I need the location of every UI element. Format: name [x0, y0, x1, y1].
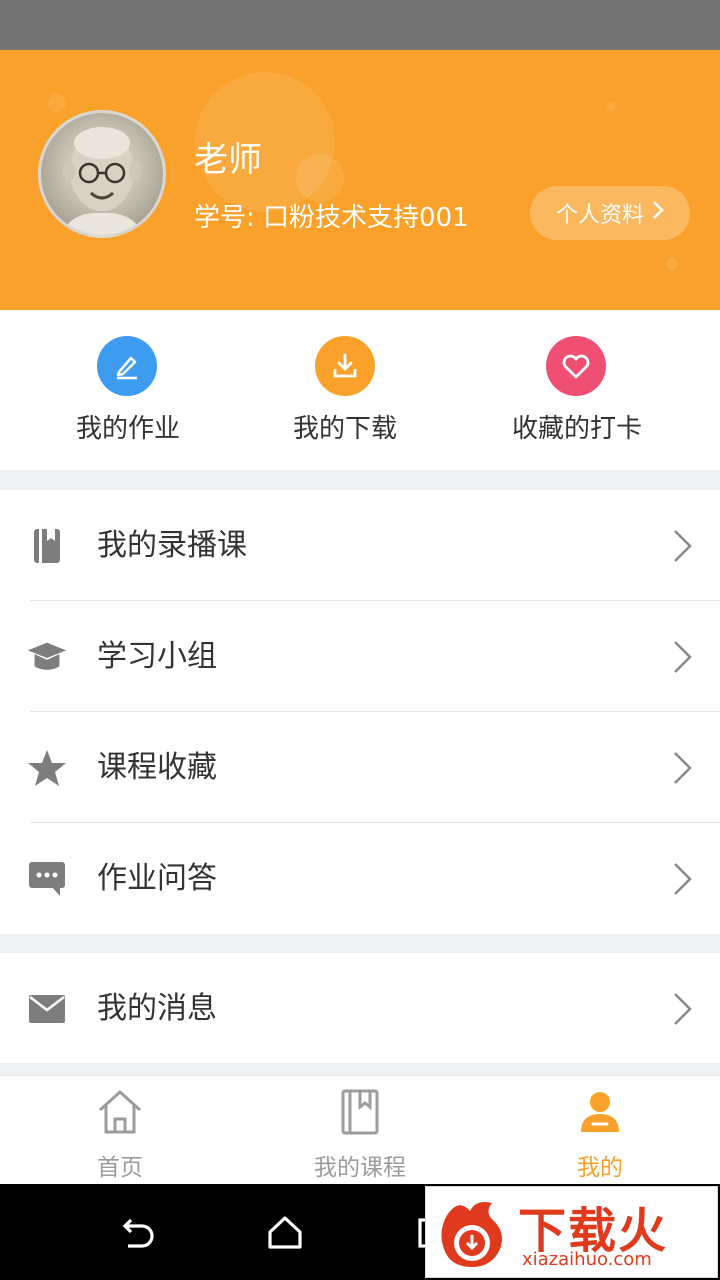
- home-icon: [98, 1090, 142, 1134]
- quick-action-label: 收藏的打卡: [511, 414, 642, 444]
- chevron-right-icon: [674, 752, 692, 784]
- quick-action-label: 我的作业: [75, 414, 180, 444]
- status-bar: [0, 0, 720, 50]
- avatar[interactable]: [38, 110, 166, 238]
- watermark-url: xiazaihuo.com: [522, 1249, 652, 1270]
- flame-logo-icon: [441, 1202, 502, 1267]
- quick-action-label: 我的下载: [292, 414, 397, 444]
- chevron-right-icon: [674, 641, 692, 673]
- header-decoration: [48, 94, 66, 112]
- watermark: 下载火 xiazaihuo.com: [425, 1186, 718, 1278]
- chevron-right-icon: [674, 530, 692, 562]
- header-decoration: [606, 102, 616, 112]
- header-decoration: [666, 258, 678, 270]
- menu-group-main: 我的录播课 学习小组 课程收藏 作业问答: [0, 490, 720, 934]
- menu-item-homework-qa[interactable]: 作业问答: [0, 823, 720, 934]
- star-icon: [26, 748, 68, 788]
- graduation-cap-icon: [26, 637, 68, 677]
- menu-item-my-messages[interactable]: 我的消息: [0, 953, 720, 1064]
- student-id: 学号: 口粉技术支持001: [194, 203, 469, 233]
- menu-item-label: 学习小组: [97, 639, 217, 674]
- quick-action-downloads[interactable]: 我的下载: [225, 310, 465, 470]
- chevron-right-icon: [652, 200, 664, 226]
- book-icon: [26, 526, 68, 566]
- quick-action-favorite-checkins[interactable]: 收藏的打卡: [457, 310, 697, 470]
- tab-label: 我的: [577, 1155, 623, 1181]
- tab-label: 我的课程: [314, 1155, 406, 1181]
- menu-item-label: 我的录播课: [97, 528, 247, 563]
- tab-me[interactable]: 我的: [480, 1076, 720, 1185]
- download-icon: [315, 336, 375, 396]
- mail-icon: [26, 989, 68, 1029]
- tab-my-courses[interactable]: 我的课程: [240, 1076, 480, 1185]
- pencil-icon: [97, 336, 157, 396]
- user-name: 老师: [194, 140, 262, 180]
- bottom-tab-bar: 首页 我的课程 我的: [0, 1075, 720, 1185]
- home-nav-icon[interactable]: [265, 1212, 305, 1252]
- menu-item-label: 课程收藏: [97, 750, 217, 785]
- menu-item-label: 我的消息: [97, 991, 217, 1026]
- profile-button-label: 个人资料: [555, 203, 644, 228]
- course-book-icon: [341, 1089, 379, 1135]
- menu-item-label: 作业问答: [97, 861, 217, 896]
- profile-button[interactable]: 个人资料: [530, 186, 690, 240]
- header-decoration: [296, 154, 344, 202]
- avatar-portrait: [61, 127, 143, 235]
- menu-item-recorded-courses[interactable]: 我的录播课: [0, 490, 720, 601]
- tab-home[interactable]: 首页: [0, 1076, 240, 1185]
- menu-item-course-favorites[interactable]: 课程收藏: [0, 712, 720, 823]
- menu-item-study-groups[interactable]: 学习小组: [0, 601, 720, 712]
- chat-bubble-icon: [26, 859, 68, 899]
- chevron-right-icon: [674, 993, 692, 1025]
- back-icon[interactable]: [116, 1212, 156, 1252]
- quick-action-homework[interactable]: 我的作业: [8, 310, 248, 470]
- menu-group-messages: 我的消息: [0, 953, 720, 1063]
- heart-icon: [546, 336, 606, 396]
- person-icon: [581, 1092, 619, 1132]
- profile-header: 老师 学号: 口粉技术支持001 个人资料: [0, 50, 720, 310]
- tab-label: 首页: [97, 1155, 143, 1181]
- quick-actions: 我的作业 我的下载 收藏的打卡: [0, 310, 720, 470]
- chevron-right-icon: [674, 863, 692, 895]
